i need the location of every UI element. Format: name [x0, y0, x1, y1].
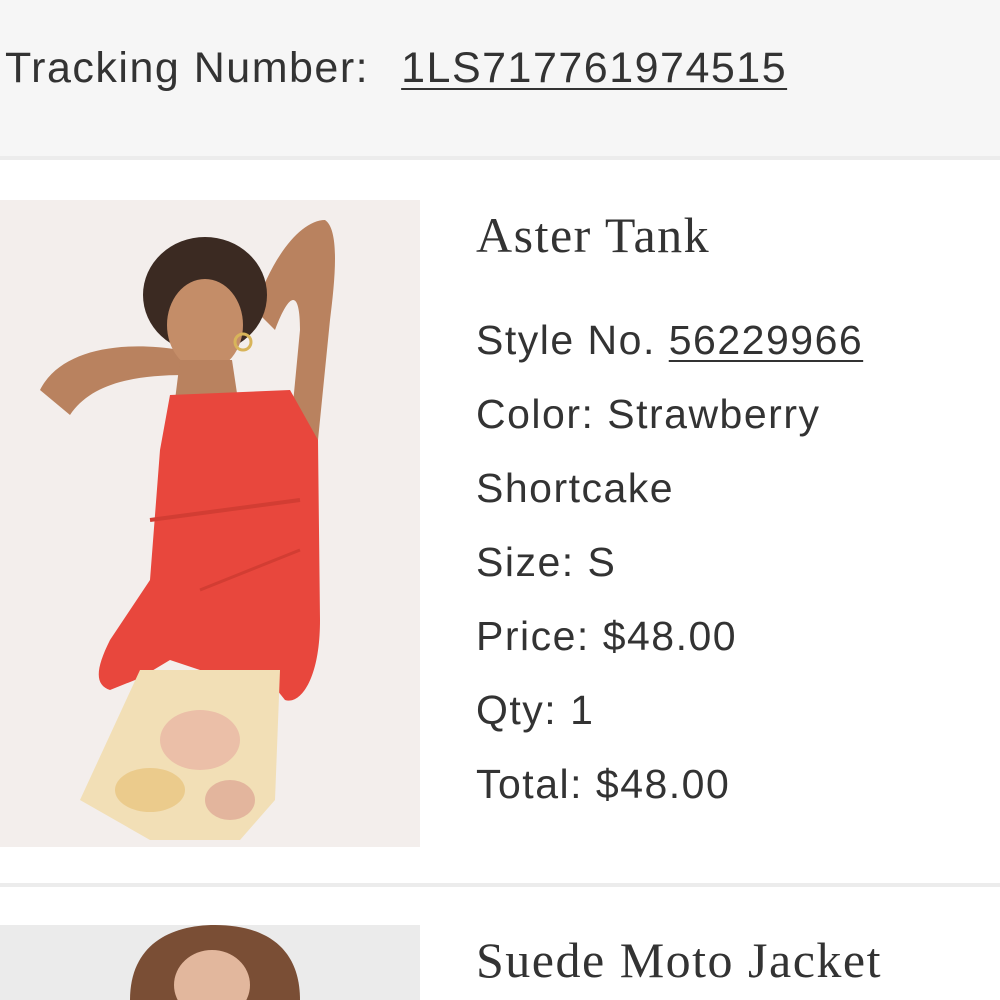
- product-image-suede-moto-jacket[interactable]: [0, 925, 420, 1000]
- product-title[interactable]: Aster Tank: [476, 205, 710, 265]
- product-details: Style No. 56229966 Color: Strawberry Sho…: [476, 303, 976, 821]
- product-image-aster-tank[interactable]: [0, 200, 420, 847]
- color-line-continued: Shortcake: [476, 465, 675, 511]
- tracking-label: Tracking Number:: [5, 44, 370, 92]
- color-line: Color: Strawberry: [476, 391, 821, 437]
- style-number-link[interactable]: 56229966: [669, 317, 863, 363]
- tracking-number-link[interactable]: 1LS717761974515: [401, 44, 787, 92]
- tracking-section: Tracking Number: 1LS717761974515: [0, 0, 1000, 160]
- product-photo-icon: [0, 200, 420, 847]
- item-divider: [0, 883, 1000, 887]
- size-line: Size: S: [476, 539, 617, 585]
- qty-line: Qty: 1: [476, 687, 595, 733]
- total-line: Total: $48.00: [476, 761, 731, 807]
- style-label: Style No.: [476, 317, 656, 363]
- price-line: Price: $48.00: [476, 613, 738, 659]
- tracking-row: Tracking Number: 1LS717761974515: [5, 42, 787, 94]
- style-number-row: Style No. 56229966: [476, 303, 976, 377]
- product-photo-icon: [0, 925, 420, 1000]
- product-title[interactable]: Suede Moto Jacket: [476, 930, 882, 990]
